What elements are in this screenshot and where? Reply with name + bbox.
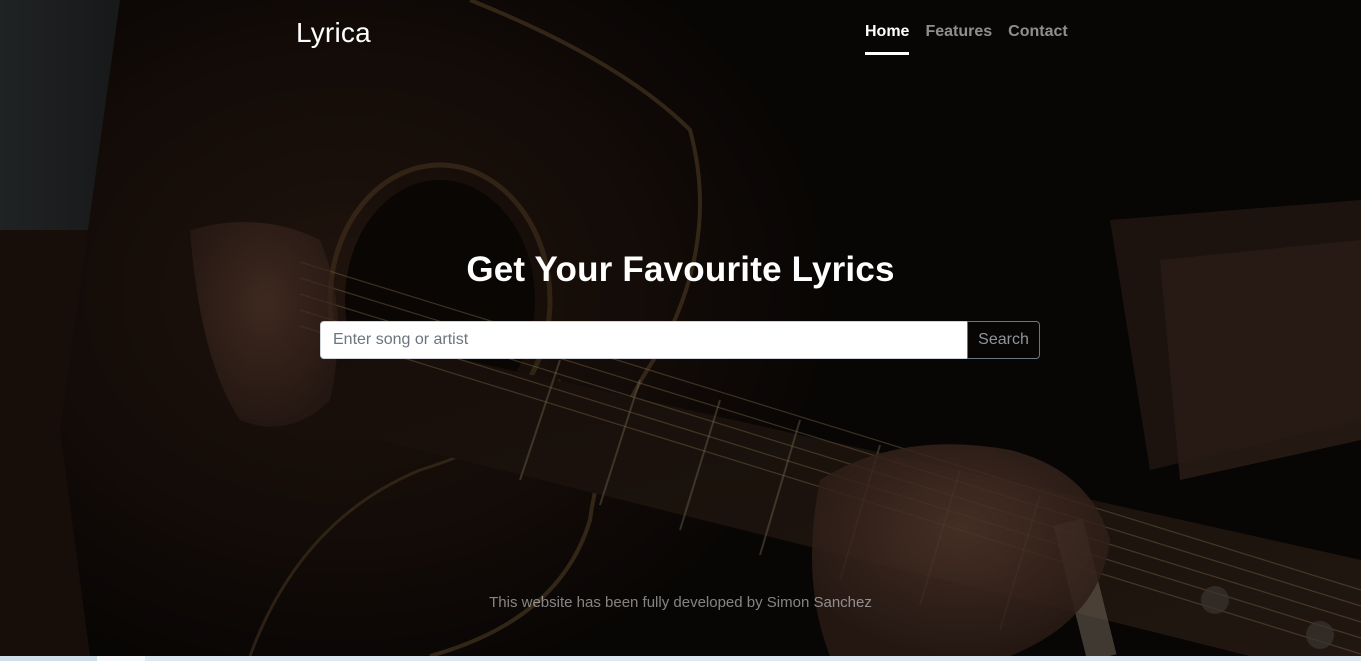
brand-logo[interactable]: Lyrica (296, 17, 371, 49)
bottom-strip-mid (97, 656, 145, 661)
bottom-strip (0, 656, 1361, 661)
nav-contact[interactable]: Contact (1008, 22, 1068, 55)
footer-credit: This website has been fully developed by… (489, 594, 872, 611)
page: Lyrica Home Features Contact Get Your Fa… (0, 0, 1361, 661)
search-button[interactable]: Search (967, 321, 1040, 359)
search-input[interactable] (320, 321, 967, 359)
bottom-strip-left (0, 656, 97, 661)
main-nav: Home Features Contact (865, 22, 1084, 55)
hero-title: Get Your Favourite Lyrics (466, 250, 895, 289)
nav-features[interactable]: Features (925, 22, 992, 55)
nav-home[interactable]: Home (865, 22, 910, 55)
search-form: Search (320, 321, 1040, 359)
